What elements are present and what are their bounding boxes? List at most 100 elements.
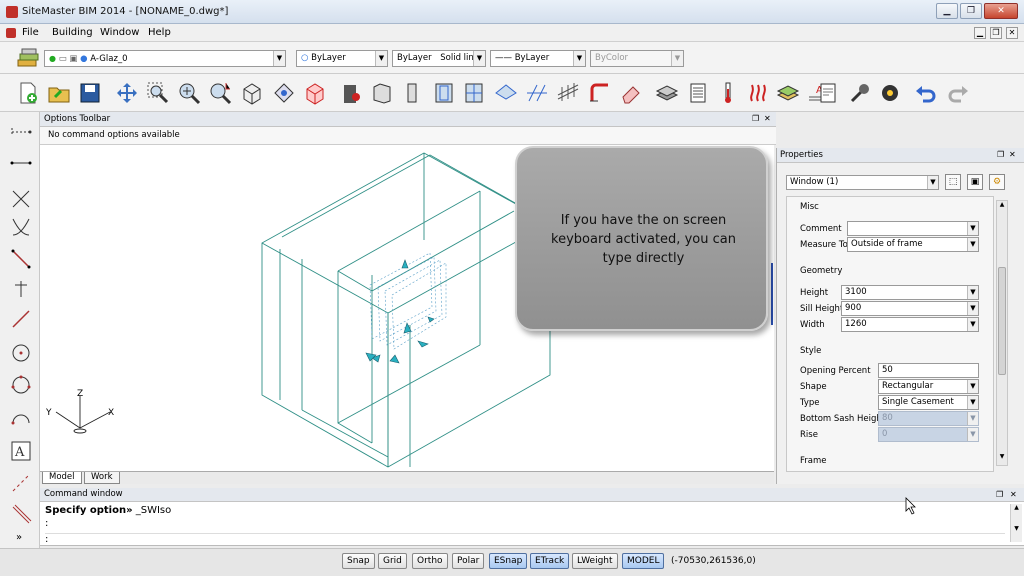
layer-combo[interactable]: ● ▭ ▣ ● A-Glaz_0 ▼ xyxy=(44,50,286,67)
stair-icon[interactable] xyxy=(525,81,549,105)
doc-restore-button[interactable]: ❐ xyxy=(990,27,1002,39)
select-objects-icon[interactable]: ⬚ xyxy=(945,174,961,190)
pin-icon[interactable]: ❐ xyxy=(997,150,1004,159)
eraser-icon[interactable] xyxy=(619,81,643,105)
railing-icon[interactable] xyxy=(556,81,580,105)
chevron-down-icon[interactable]: ▼ xyxy=(375,51,387,66)
close-icon[interactable]: ✕ xyxy=(764,114,771,123)
snap-toggle[interactable]: Snap xyxy=(342,553,375,569)
perpendicular-icon[interactable] xyxy=(10,278,32,300)
esnap-toggle[interactable]: ESnap xyxy=(489,553,528,569)
box-view-icon[interactable] xyxy=(240,81,264,105)
chevron-down-icon[interactable]: ▼ xyxy=(967,380,978,393)
shape-field[interactable]: Rectangular ▼ xyxy=(878,379,979,394)
door-icon[interactable] xyxy=(432,81,456,105)
close-icon[interactable]: ✕ xyxy=(1009,150,1016,159)
render-icon[interactable] xyxy=(303,81,327,105)
schedule-icon[interactable] xyxy=(686,81,710,105)
multiline-icon[interactable] xyxy=(10,502,32,524)
command-window[interactable]: Specify option» _SWIso : : ▲ ▼ xyxy=(40,502,1024,546)
object-selector[interactable]: Window (1) ▼ xyxy=(786,175,939,190)
diagonal-line-icon[interactable] xyxy=(10,248,32,270)
lweight-toggle[interactable]: LWeight xyxy=(572,553,618,569)
roof-icon[interactable] xyxy=(494,81,518,105)
polar-toggle[interactable]: Polar xyxy=(452,553,485,569)
chevron-down-icon[interactable]: ▼ xyxy=(967,302,978,315)
etrack-toggle[interactable]: ETrack xyxy=(530,553,570,569)
chevron-down-icon[interactable]: » xyxy=(16,532,22,543)
chevron-down-icon[interactable]: ▼ xyxy=(967,238,978,251)
column-icon[interactable] xyxy=(400,81,424,105)
lineweight-combo[interactable]: —— ByLayer ▼ xyxy=(490,50,586,67)
chevron-down-icon[interactable]: ▼ xyxy=(927,176,938,189)
close-icon[interactable]: ✕ xyxy=(1010,490,1017,499)
menu-window[interactable]: Window xyxy=(100,27,139,38)
command-line[interactable]: : xyxy=(45,518,48,529)
measure-to-field[interactable]: Outside of frame ▼ xyxy=(847,237,979,252)
section-misc[interactable]: Misc xyxy=(800,202,819,212)
quick-select-icon[interactable]: ▣ xyxy=(967,174,983,190)
type-field[interactable]: Single Casement ▼ xyxy=(878,395,979,410)
chevron-down-icon[interactable]: ▼ xyxy=(967,318,978,331)
section-frame[interactable]: Frame xyxy=(800,456,826,466)
tab-work[interactable]: Work xyxy=(84,472,120,484)
ortho-toggle[interactable]: Ortho xyxy=(412,553,448,569)
pin-icon[interactable]: ❐ xyxy=(996,490,1003,499)
chevron-down-icon[interactable]: ▼ xyxy=(473,51,485,66)
menu-help[interactable]: Help xyxy=(148,27,171,38)
model-toggle[interactable]: MODEL xyxy=(622,553,665,569)
orbit-icon[interactable] xyxy=(272,81,296,105)
save-icon[interactable] xyxy=(78,81,102,105)
menu-file[interactable]: File xyxy=(22,27,39,38)
settings-icon[interactable] xyxy=(878,81,902,105)
scrollbar-thumb[interactable] xyxy=(998,267,1006,375)
chevron-down-icon[interactable]: ▼ xyxy=(967,222,978,235)
section-style[interactable]: Style xyxy=(800,346,821,356)
linetype-combo[interactable]: ByLayer Solid line ▼ xyxy=(392,50,486,67)
doc-minimize-button[interactable]: ▁ xyxy=(974,27,986,39)
chevron-down-icon[interactable]: ▼ xyxy=(967,396,978,409)
note-icon[interactable] xyxy=(816,81,840,105)
chevron-down-icon[interactable]: ▼ xyxy=(573,51,585,66)
filter-icon[interactable]: ⚙ xyxy=(989,174,1005,190)
material-icon[interactable] xyxy=(776,81,800,105)
heat-icon[interactable] xyxy=(746,81,770,105)
polyline-icon[interactable] xyxy=(10,120,32,142)
menu-building[interactable]: Building xyxy=(52,27,93,38)
undo-icon[interactable] xyxy=(914,81,938,105)
grid-toggle[interactable]: Grid xyxy=(378,553,407,569)
chevron-down-icon[interactable]: ▼ xyxy=(998,453,1006,463)
chevron-down-icon[interactable]: ▼ xyxy=(967,286,978,299)
height-field[interactable]: 3100 ▼ xyxy=(841,285,979,300)
intersect-icon[interactable] xyxy=(10,188,32,210)
circle-3p-icon[interactable] xyxy=(10,374,32,396)
slab-icon[interactable] xyxy=(370,81,394,105)
pin-icon[interactable]: ❐ xyxy=(752,114,759,123)
zoom-extents-icon[interactable] xyxy=(208,81,232,105)
ray-icon[interactable] xyxy=(10,308,32,330)
command-scrollbar[interactable]: ▲ ▼ xyxy=(1010,504,1022,542)
restore-button[interactable]: ❐ xyxy=(960,3,982,19)
spline-icon[interactable] xyxy=(10,472,32,494)
thermometer-icon[interactable] xyxy=(716,81,740,105)
tab-model[interactable]: Model xyxy=(42,472,82,484)
minimize-button[interactable]: ▁ xyxy=(936,3,958,19)
open-folder-icon[interactable] xyxy=(47,81,71,105)
splitter-handle[interactable] xyxy=(771,263,773,325)
pan-icon[interactable] xyxy=(115,81,139,105)
circle-icon[interactable] xyxy=(10,342,32,364)
sill-height-field[interactable]: 900 ▼ xyxy=(841,301,979,316)
wall-icon[interactable] xyxy=(340,81,364,105)
color-combo[interactable]: ○ ByLayer ▼ xyxy=(296,50,388,67)
comment-field[interactable]: ▼ xyxy=(847,221,979,236)
doc-close-button[interactable]: ✕ xyxy=(1006,27,1018,39)
chevron-down-icon[interactable]: ▼ xyxy=(273,51,285,66)
redo-icon[interactable] xyxy=(946,81,970,105)
layer-manager-icon[interactable] xyxy=(16,48,40,70)
command-input[interactable]: : xyxy=(45,533,1005,545)
opening-percent-field[interactable]: 50 xyxy=(878,363,979,378)
line-icon[interactable] xyxy=(10,152,32,174)
properties-scrollbar[interactable]: ▲ ▼ xyxy=(996,200,1008,466)
width-field[interactable]: 1260 ▼ xyxy=(841,317,979,332)
text-icon[interactable]: A xyxy=(10,440,32,462)
